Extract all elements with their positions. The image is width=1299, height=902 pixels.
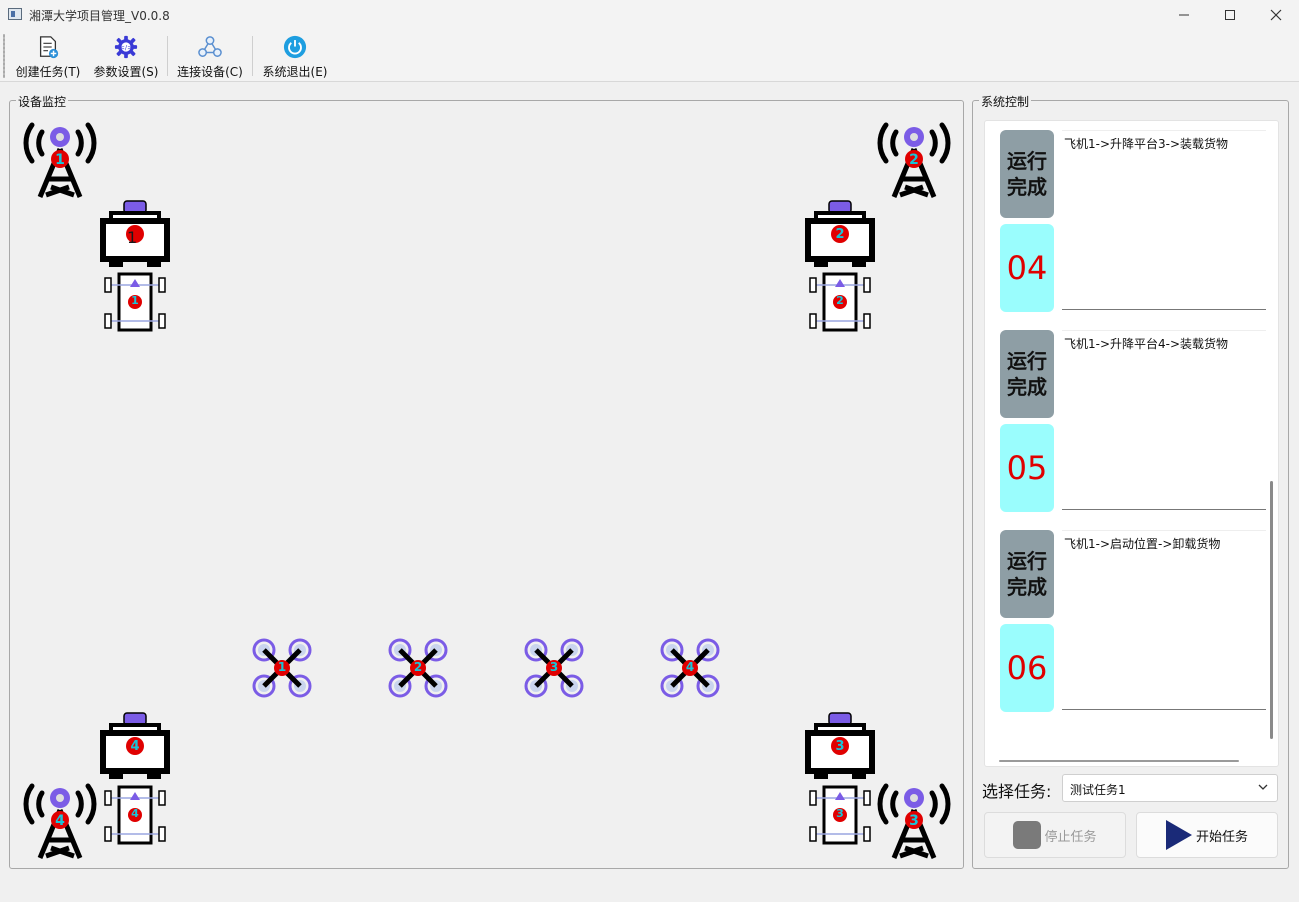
- play-icon: [1165, 820, 1192, 850]
- start-task-label: 开始任务: [1195, 829, 1248, 845]
- task-card[interactable]: 运行 完成 06 飞机1->启动位置->卸载货物: [1000, 530, 1268, 720]
- create-task-button[interactable]: 创建任务(T): [10, 32, 86, 80]
- status-badge: 运行 完成: [1000, 130, 1054, 218]
- car-number-label: 2: [836, 294, 844, 307]
- toolbar-grip[interactable]: [3, 34, 5, 78]
- drone-number-label: 2: [413, 660, 423, 674]
- settings-label: 参数设置(S): [93, 65, 159, 79]
- close-button[interactable]: [1253, 0, 1299, 30]
- tower-number-badge: 1: [51, 150, 69, 172]
- task-description: 飞机1->升降平台4->装载货物: [1062, 330, 1266, 510]
- platform-number-label: 4: [130, 739, 140, 754]
- tower-number-badge: 2: [905, 150, 923, 172]
- platform-number-label: 1: [127, 228, 138, 247]
- tower-number-badge: 4: [51, 811, 69, 833]
- status-badge: 运行 完成: [1000, 530, 1054, 618]
- task-card[interactable]: 运行 完成 04 飞机1->升降平台3->装载货物: [1000, 130, 1268, 320]
- drone-number-label: 1: [277, 660, 287, 674]
- app-icon: [8, 8, 22, 20]
- start-task-button[interactable]: 开始任务: [1136, 812, 1278, 858]
- settings-gear-icon: </>: [114, 35, 138, 59]
- settings-button[interactable]: </> 参数设置(S): [90, 32, 162, 80]
- minimize-icon: [1179, 14, 1189, 16]
- car-number-label: 3: [836, 807, 844, 820]
- platform-number-label: 3: [835, 739, 845, 754]
- system-control-group: 系统控制 运行 完成 04 飞机1->升降平台3->装载货物 运行 完成 05 飞机…: [972, 93, 1289, 869]
- app-window: 湘潭大学项目管理_V0.0.8 创建任务(T) </> 参数设置(S) 连接设备…: [0, 0, 1299, 902]
- toolbar: 创建任务(T) </> 参数设置(S) 连接设备(C) 系统退出(E): [0, 30, 1299, 82]
- create-task-icon: [39, 36, 59, 59]
- task-list[interactable]: 运行 完成 04 飞机1->升降平台3->装载货物 运行 完成 05 飞机1->升降…: [984, 120, 1279, 767]
- task-number-badge: 05: [1000, 424, 1054, 512]
- task-number-badge: 06: [1000, 624, 1054, 712]
- exit-system-label: 系统退出(E): [262, 65, 328, 79]
- exit-system-button[interactable]: 系统退出(E): [259, 32, 331, 80]
- status-bar: [0, 876, 1299, 902]
- toolbar-separator: [252, 36, 253, 76]
- create-task-label: 创建任务(T): [15, 65, 81, 79]
- task-select-value: 测试任务1: [1070, 783, 1126, 797]
- tower-number-label: 4: [55, 813, 65, 829]
- tower-number-label: 1: [55, 152, 65, 168]
- tower-number-label: 3: [909, 813, 919, 829]
- stop-task-label: 停止任务: [1044, 829, 1097, 845]
- task-description: 飞机1->启动位置->卸载货物: [1062, 530, 1266, 710]
- vertical-scrollbar[interactable]: [1270, 481, 1273, 739]
- tower-number-label: 2: [909, 152, 919, 168]
- tower-number-badge: 3: [905, 811, 923, 833]
- window-title: 湘潭大学项目管理_V0.0.8: [29, 9, 170, 23]
- chevron-down-icon: [1258, 784, 1268, 790]
- device-monitor-group: 设备监控 1 2 3 4 1 2 4 3 1 2 4 3 1 2 3 4: [9, 93, 964, 869]
- stop-icon: [1013, 821, 1042, 849]
- connect-device-label: 连接设备(C): [177, 65, 243, 79]
- status-badge: 运行 完成: [1000, 330, 1054, 418]
- connect-device-button[interactable]: 连接设备(C): [174, 32, 246, 80]
- task-number-badge: 04: [1000, 224, 1054, 312]
- drone-number-label: 4: [685, 660, 695, 674]
- maximize-button[interactable]: [1207, 0, 1253, 30]
- platform-number-label: 2: [835, 227, 845, 242]
- toolbar-separator: [167, 36, 168, 76]
- minimize-button[interactable]: [1161, 0, 1207, 30]
- drone-number-label: 3: [549, 660, 559, 674]
- task-select-label: 选择任务:: [982, 782, 1052, 801]
- task-card[interactable]: 运行 完成 05 飞机1->升降平台4->装载货物: [1000, 330, 1268, 520]
- svg-text:</>: </>: [120, 43, 133, 51]
- title-bar: 湘潭大学项目管理_V0.0.8: [0, 0, 1299, 30]
- horizontal-scrollbar[interactable]: [999, 760, 1239, 762]
- power-icon: [283, 35, 307, 59]
- task-select[interactable]: 测试任务1: [1062, 774, 1278, 802]
- connect-device-icon: [198, 36, 222, 57]
- car-number-label: 4: [131, 807, 139, 820]
- system-control-title: 系统控制: [979, 93, 1032, 110]
- stop-task-button[interactable]: 停止任务: [984, 812, 1126, 858]
- car-number-label: 1: [131, 294, 139, 307]
- close-icon: [1270, 9, 1282, 21]
- maximize-icon: [1225, 10, 1235, 20]
- device-monitor-title: 设备监控: [16, 93, 69, 110]
- task-description: 飞机1->升降平台3->装载货物: [1062, 130, 1266, 310]
